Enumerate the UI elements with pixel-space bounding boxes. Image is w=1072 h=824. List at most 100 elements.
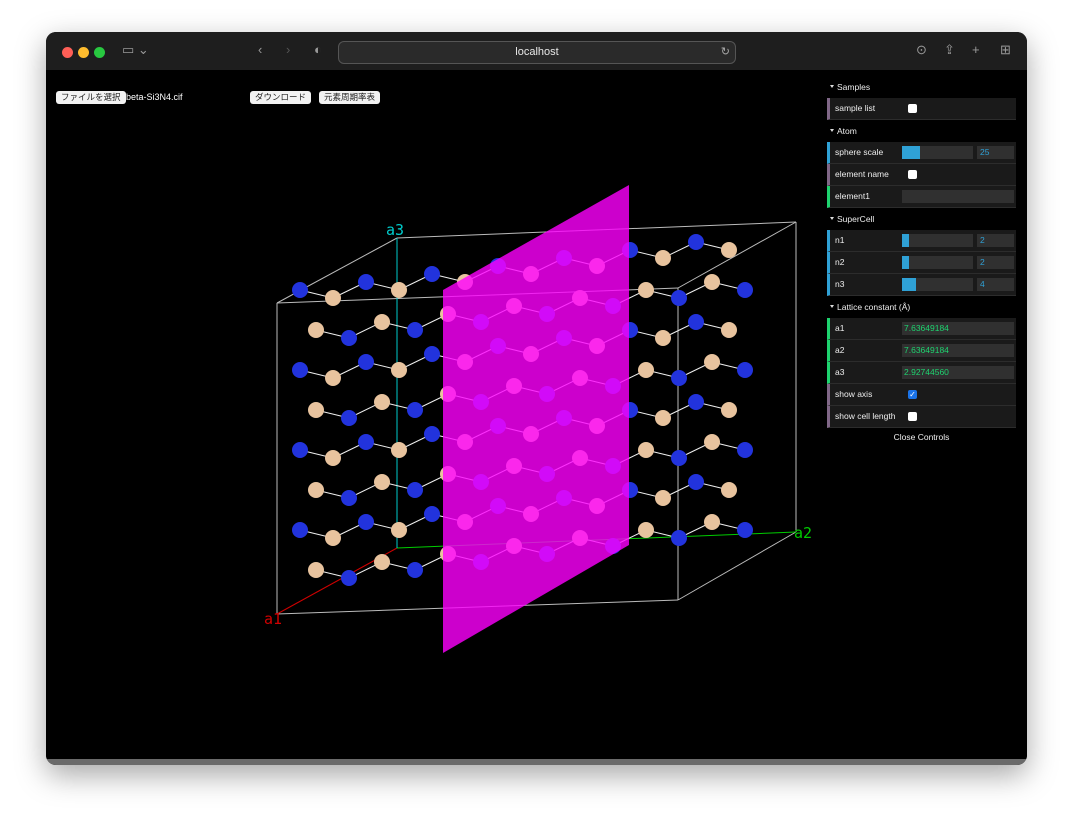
label: a3 [835, 367, 845, 377]
a3-label: a3 [386, 221, 404, 239]
choose-file-button[interactable]: ファイルを選択 [56, 91, 126, 104]
n3-input[interactable]: 4 [977, 278, 1014, 291]
a2-input[interactable]: 7.63649184 [902, 344, 1014, 357]
periodic-table-button[interactable]: 元素周期率表 [319, 91, 381, 104]
minimize-window-button[interactable] [78, 47, 89, 58]
si-atom [655, 330, 671, 346]
si-atom [374, 474, 390, 490]
shield-icon[interactable]: ◐ [314, 42, 322, 57]
new-tab-icon[interactable]: + [972, 42, 980, 57]
label: sphere scale [835, 147, 884, 157]
element-name-checkbox[interactable] [908, 170, 917, 179]
back-icon[interactable]: ‹ [258, 42, 262, 57]
tab-overview-icon[interactable]: ⊞ [1000, 42, 1011, 58]
forward-icon[interactable]: › [286, 42, 290, 57]
folder-samples[interactable]: Samples [827, 76, 1016, 98]
element1-input[interactable] [902, 190, 1014, 203]
maximize-window-button[interactable] [94, 47, 105, 58]
folder-lattice[interactable]: Lattice constant (Å) [827, 296, 1016, 318]
sample-list-row: sample list [827, 98, 1016, 120]
controls-panel: Samples sample list Atom sphere scale 25 … [827, 76, 1016, 446]
n-atom [688, 314, 704, 330]
n3-slider[interactable] [902, 278, 973, 291]
a1-input[interactable]: 7.63649184 [902, 322, 1014, 335]
show-axis-row: show axis ✓ [827, 384, 1016, 406]
n-atom [688, 474, 704, 490]
label: show cell length [835, 411, 896, 421]
label: show axis [835, 389, 873, 399]
title-bar: ▭ ⌄ ‹ › ◐ localhost ↻ ⊙ ⇪ + ⊞ [46, 32, 1027, 70]
download-icon[interactable]: ⊙ [916, 42, 927, 58]
bottom-bar [46, 759, 1027, 765]
n-atom [292, 522, 308, 538]
element-name-row: element name [827, 164, 1016, 186]
sphere-scale-slider[interactable] [902, 146, 973, 159]
n3-row: n3 4 [827, 274, 1016, 296]
si-atom [721, 322, 737, 338]
label: element name [835, 169, 889, 179]
n2-input[interactable]: 2 [977, 256, 1014, 269]
si-atom [391, 362, 407, 378]
sphere-scale-row: sphere scale 25 [827, 142, 1016, 164]
label: n2 [835, 257, 845, 267]
reload-icon[interactable]: ↻ [721, 42, 730, 63]
n-atom [424, 346, 440, 362]
n-atom [407, 482, 423, 498]
show-cell-length-checkbox[interactable] [908, 412, 917, 421]
folder-atom[interactable]: Atom [827, 120, 1016, 142]
sidebar-icon[interactable]: ▭ ⌄ [122, 42, 149, 58]
a3-row: a3 2.92744560 [827, 362, 1016, 384]
cell-edge [677, 221, 797, 289]
folder-supercell[interactable]: SuperCell [827, 208, 1016, 230]
si-atom [391, 442, 407, 458]
n-atom [407, 322, 423, 338]
si-atom [374, 314, 390, 330]
sphere-scale-input[interactable]: 25 [977, 146, 1014, 159]
address-bar[interactable]: localhost ↻ [338, 41, 736, 64]
label: a2 [835, 345, 845, 355]
si-atom [391, 522, 407, 538]
show-cell-length-row: show cell length [827, 406, 1016, 428]
label: element1 [835, 191, 870, 201]
n-atom [737, 362, 753, 378]
label: sample list [835, 103, 876, 113]
close-window-button[interactable] [62, 47, 73, 58]
n-atom [358, 514, 374, 530]
n1-input[interactable]: 2 [977, 234, 1014, 247]
si-atom [374, 554, 390, 570]
n-atom [671, 530, 687, 546]
si-atom [704, 354, 720, 370]
si-atom [308, 482, 324, 498]
si-atom [391, 282, 407, 298]
n-atom [341, 410, 357, 426]
show-axis-checkbox[interactable]: ✓ [908, 390, 917, 399]
a3-input[interactable]: 2.92744560 [902, 366, 1014, 379]
n-atom [671, 370, 687, 386]
n2-row: n2 2 [827, 252, 1016, 274]
si-atom [721, 482, 737, 498]
si-atom [638, 362, 654, 378]
url-text: localhost [515, 46, 559, 58]
share-icon[interactable]: ⇪ [944, 42, 955, 58]
a1-label: a1 [264, 610, 282, 628]
n-atom [671, 450, 687, 466]
n-atom [688, 394, 704, 410]
sample-list-checkbox[interactable] [908, 104, 917, 113]
browser-window: ▭ ⌄ ‹ › ◐ localhost ↻ ⊙ ⇪ + ⊞ a1 a2 a3 ファイル… [46, 32, 1027, 765]
si-atom [325, 370, 341, 386]
si-atom [325, 450, 341, 466]
si-atom [704, 434, 720, 450]
n1-slider[interactable] [902, 234, 973, 247]
close-controls-button[interactable]: Close Controls [827, 428, 1016, 446]
si-atom [655, 410, 671, 426]
si-atom [325, 290, 341, 306]
si-atom [308, 402, 324, 418]
si-atom [638, 282, 654, 298]
n2-slider[interactable] [902, 256, 973, 269]
n-atom [292, 442, 308, 458]
si-atom [325, 530, 341, 546]
a2-label: a2 [794, 524, 812, 542]
n-atom [424, 506, 440, 522]
label: a1 [835, 323, 845, 333]
download-button[interactable]: ダウンロード [250, 91, 312, 104]
